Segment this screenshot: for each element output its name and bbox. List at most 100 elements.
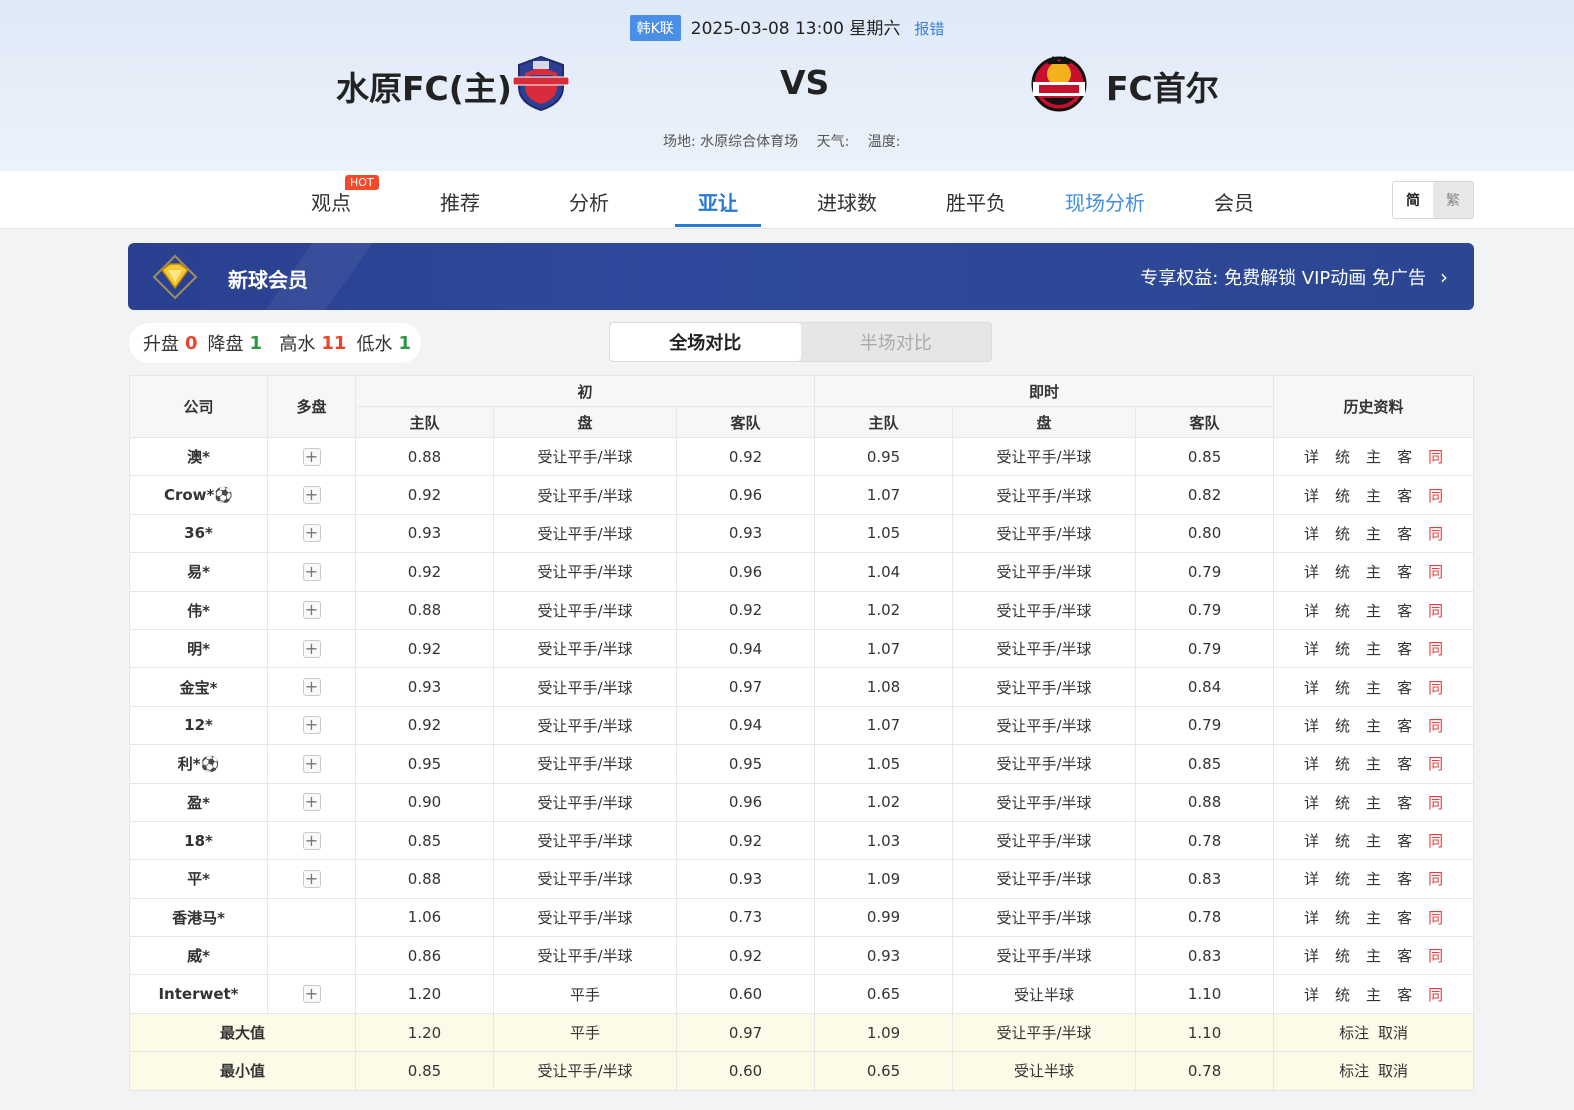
history-link[interactable]: 客 bbox=[1397, 600, 1412, 621]
tab-win-draw-lose[interactable]: 胜平负 bbox=[946, 187, 1006, 216]
vip-benefits-link[interactable]: 专享权益: 免费解锁 VIP动画 免广告 › bbox=[1140, 264, 1448, 290]
history-link[interactable]: 详 bbox=[1304, 600, 1319, 621]
half-time-compare-button[interactable]: 半场对比 bbox=[801, 323, 992, 361]
live-line[interactable]: 受让平手/半球 bbox=[952, 705, 1137, 746]
traditional-chinese-button[interactable]: 繁 bbox=[1433, 182, 1473, 218]
history-link[interactable]: 客 bbox=[1397, 830, 1412, 851]
company-name[interactable]: 香港马* bbox=[129, 897, 268, 938]
live-away-odds[interactable]: 0.79 bbox=[1135, 590, 1275, 630]
history-link[interactable]: 主 bbox=[1366, 868, 1381, 889]
history-link[interactable]: 主 bbox=[1366, 984, 1381, 1005]
history-link[interactable]: 详 bbox=[1304, 792, 1319, 813]
expand-lines-button[interactable]: + bbox=[302, 716, 321, 735]
company-name[interactable]: 18* bbox=[129, 820, 268, 861]
history-link[interactable]: 同 bbox=[1428, 600, 1443, 621]
history-link[interactable]: 详 bbox=[1304, 830, 1319, 851]
live-line[interactable]: 受让平手/半球 bbox=[952, 859, 1137, 899]
company-name[interactable]: 盈* bbox=[129, 782, 268, 822]
live-line[interactable]: 受让平手/半球 bbox=[952, 936, 1137, 976]
history-link[interactable]: 统 bbox=[1335, 830, 1350, 851]
history-link[interactable]: 客 bbox=[1397, 868, 1412, 889]
tab-live-analysis[interactable]: 现场分析 bbox=[1065, 187, 1145, 216]
away-team-crest-icon[interactable] bbox=[1029, 52, 1089, 112]
history-link[interactable]: 主 bbox=[1366, 561, 1381, 582]
history-link[interactable]: 统 bbox=[1335, 868, 1350, 889]
history-link[interactable]: 详 bbox=[1304, 715, 1319, 736]
company-name[interactable]: 伟* bbox=[129, 590, 268, 630]
cancel-mark-button[interactable]: 取消 bbox=[1378, 1024, 1408, 1042]
tab-recommend[interactable]: 推荐 bbox=[440, 187, 480, 216]
live-home-odds[interactable]: 1.03 bbox=[814, 820, 954, 861]
live-away-odds[interactable]: 0.78 bbox=[1135, 820, 1275, 861]
history-link[interactable]: 客 bbox=[1397, 792, 1412, 813]
history-link[interactable]: 详 bbox=[1304, 638, 1319, 659]
history-link[interactable]: 同 bbox=[1428, 677, 1443, 698]
live-home-odds[interactable]: 0.93 bbox=[814, 936, 954, 976]
live-line[interactable]: 受让平手/半球 bbox=[952, 590, 1137, 630]
history-link[interactable]: 主 bbox=[1366, 523, 1381, 544]
live-line[interactable]: 受让平手/半球 bbox=[952, 897, 1137, 938]
history-link[interactable]: 主 bbox=[1366, 792, 1381, 813]
history-link[interactable]: 同 bbox=[1428, 523, 1443, 544]
live-home-odds[interactable]: 1.07 bbox=[814, 475, 954, 515]
tab-goals[interactable]: 进球数 bbox=[817, 187, 877, 216]
history-link[interactable]: 统 bbox=[1335, 945, 1350, 966]
live-home-odds[interactable]: 0.65 bbox=[814, 974, 954, 1014]
history-link[interactable]: 统 bbox=[1335, 600, 1350, 621]
live-home-odds[interactable]: 1.07 bbox=[814, 628, 954, 669]
history-link[interactable]: 详 bbox=[1304, 984, 1319, 1005]
report-error-link[interactable]: 报错 bbox=[914, 20, 944, 38]
live-away-odds[interactable]: 0.85 bbox=[1135, 744, 1275, 784]
history-link[interactable]: 同 bbox=[1428, 446, 1443, 467]
history-link[interactable]: 统 bbox=[1335, 446, 1350, 467]
mark-button[interactable]: 标注 bbox=[1339, 1024, 1369, 1042]
home-team-name[interactable]: 水原FC(主) bbox=[336, 62, 512, 110]
live-away-odds[interactable]: 0.79 bbox=[1135, 552, 1275, 592]
history-link[interactable]: 统 bbox=[1335, 907, 1350, 928]
history-link[interactable]: 同 bbox=[1428, 561, 1443, 582]
company-name[interactable]: 金宝* bbox=[129, 667, 268, 707]
tab-member[interactable]: 会员 bbox=[1214, 187, 1254, 216]
live-home-odds[interactable]: 1.05 bbox=[814, 744, 954, 784]
live-away-odds[interactable]: 0.85 bbox=[1135, 436, 1275, 477]
history-link[interactable]: 详 bbox=[1304, 561, 1319, 582]
history-link[interactable]: 详 bbox=[1304, 868, 1319, 889]
history-link[interactable]: 统 bbox=[1335, 677, 1350, 698]
history-link[interactable]: 同 bbox=[1428, 830, 1443, 851]
live-away-odds[interactable]: 0.79 bbox=[1135, 628, 1275, 669]
live-home-odds[interactable]: 1.07 bbox=[814, 705, 954, 746]
expand-lines-button[interactable]: + bbox=[302, 524, 321, 543]
history-link[interactable]: 主 bbox=[1366, 945, 1381, 966]
history-link[interactable]: 客 bbox=[1397, 523, 1412, 544]
history-link[interactable]: 主 bbox=[1366, 638, 1381, 659]
full-time-compare-button[interactable]: 全场对比 bbox=[610, 323, 801, 361]
mark-button[interactable]: 标注 bbox=[1339, 1062, 1369, 1080]
history-link[interactable]: 统 bbox=[1335, 523, 1350, 544]
history-link[interactable]: 统 bbox=[1335, 485, 1350, 506]
history-link[interactable]: 同 bbox=[1428, 715, 1443, 736]
cancel-mark-button[interactable]: 取消 bbox=[1378, 1062, 1408, 1080]
company-name[interactable]: Crow*⚽ bbox=[129, 475, 268, 515]
expand-lines-button[interactable]: + bbox=[302, 831, 321, 850]
live-away-odds[interactable]: 0.83 bbox=[1135, 936, 1275, 976]
history-link[interactable]: 同 bbox=[1428, 792, 1443, 813]
vip-banner[interactable]: 新球会员 专享权益: 免费解锁 VIP动画 免广告 › bbox=[128, 243, 1474, 310]
expand-lines-button[interactable]: + bbox=[302, 869, 321, 888]
league-badge[interactable]: 韩K联 bbox=[629, 15, 681, 41]
history-link[interactable]: 统 bbox=[1335, 715, 1350, 736]
tab-analysis[interactable]: 分析 bbox=[569, 187, 609, 216]
company-name[interactable]: 明* bbox=[129, 628, 268, 669]
expand-lines-button[interactable]: + bbox=[302, 639, 321, 658]
history-link[interactable]: 主 bbox=[1366, 600, 1381, 621]
history-link[interactable]: 同 bbox=[1428, 907, 1443, 928]
live-home-odds[interactable]: 1.02 bbox=[814, 590, 954, 630]
expand-lines-button[interactable]: + bbox=[302, 447, 321, 466]
company-name[interactable]: Interwet* bbox=[129, 974, 268, 1014]
company-name[interactable]: 12* bbox=[129, 705, 268, 746]
company-name[interactable]: 澳* bbox=[129, 436, 268, 477]
history-link[interactable]: 主 bbox=[1366, 485, 1381, 506]
tab-opinion[interactable]: 观点 bbox=[311, 187, 351, 216]
history-link[interactable]: 主 bbox=[1366, 677, 1381, 698]
live-line[interactable]: 受让平手/半球 bbox=[952, 475, 1137, 515]
history-link[interactable]: 主 bbox=[1366, 446, 1381, 467]
